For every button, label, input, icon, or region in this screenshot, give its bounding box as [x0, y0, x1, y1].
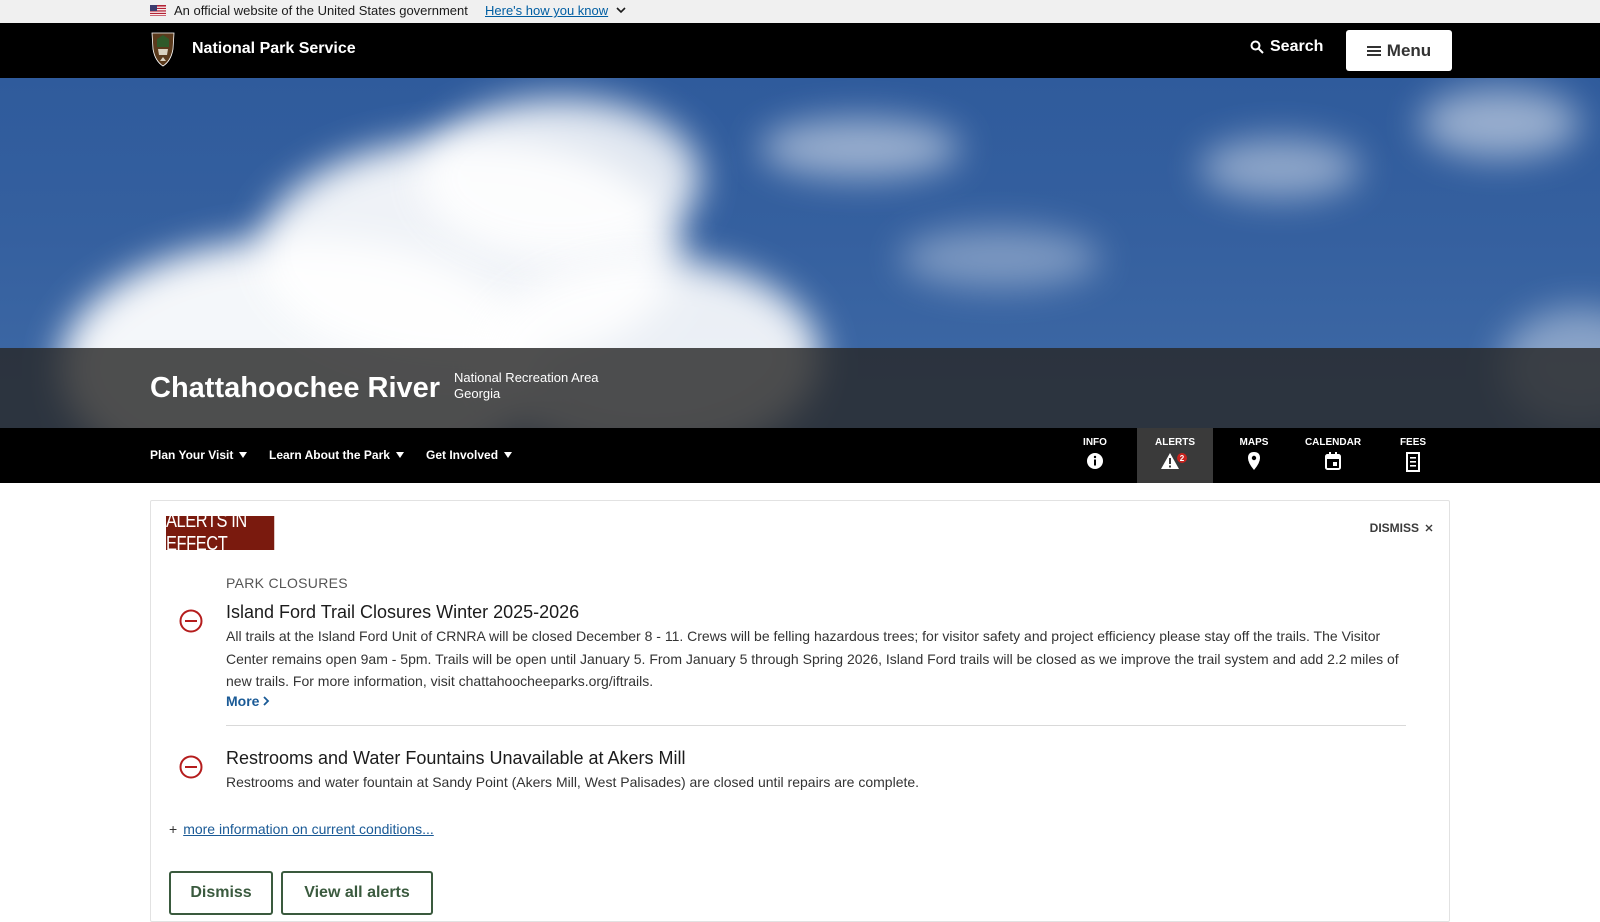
search-icon	[1250, 40, 1264, 54]
quick-link-info[interactable]: INFO	[1057, 428, 1133, 483]
chevron-down-icon[interactable]	[616, 5, 626, 15]
hamburger-icon	[1366, 45, 1381, 56]
alert-category: PARK CLOSURES	[226, 575, 348, 591]
nav-get-involved-label: Get Involved	[426, 448, 499, 462]
nav-get-involved[interactable]: Get Involved	[426, 448, 513, 462]
quick-link-info-label: INFO	[1083, 437, 1107, 448]
quick-link-maps[interactable]: MAPS	[1216, 428, 1292, 483]
alert-description: All trails at the Island Ford Unit of CR…	[226, 628, 1399, 689]
alerts-heading: ALERTS IN EFFECT	[166, 510, 275, 555]
quick-link-calendar-label: CALENDAR	[1304, 437, 1362, 448]
fees-receipt-icon	[1406, 452, 1420, 472]
quick-link-maps-label: MAPS	[1239, 437, 1269, 448]
site-header: National Park Service Search Menu	[0, 23, 1600, 78]
gov-banner-text: An official website of the United States…	[174, 3, 468, 18]
alert-title[interactable]: Restrooms and Water Fountains Unavailabl…	[226, 748, 686, 769]
search-label: Search	[1270, 38, 1324, 55]
gov-banner: An official website of the United States…	[0, 0, 1600, 23]
alert-description: Restrooms and water fountain at Sandy Po…	[226, 774, 920, 790]
nav-plan-your-visit[interactable]: Plan Your Visit	[150, 448, 248, 462]
caret-down-icon	[239, 452, 248, 458]
caret-down-icon	[395, 452, 404, 458]
nav-plan-your-visit-label: Plan Your Visit	[150, 448, 234, 462]
park-designation: National Recreation Area	[454, 370, 599, 385]
closure-icon	[179, 755, 203, 779]
alerts-badge: 2	[1180, 454, 1185, 463]
nav-learn-about-the-park[interactable]: Learn About the Park	[269, 448, 404, 462]
park-state: Georgia	[454, 386, 501, 401]
plus-icon: +	[169, 821, 178, 837]
alert-warning-icon: 2	[1161, 453, 1187, 469]
park-name[interactable]: Chattahoochee River	[150, 372, 440, 405]
menu-button[interactable]: Menu	[1346, 30, 1452, 71]
info-icon	[1087, 453, 1103, 469]
menu-label: Menu	[1386, 40, 1432, 60]
park-nav: Plan Your Visit Learn About the Park Get…	[0, 428, 1600, 483]
dismiss-alerts-button[interactable]: DISMISS	[1370, 521, 1433, 535]
view-all-alerts-button[interactable]: View all alerts	[281, 871, 433, 915]
search-button[interactable]: Search	[1250, 38, 1323, 56]
quick-link-alerts-label: ALERTS	[1155, 437, 1195, 448]
quick-link-alerts[interactable]: ALERTS 2	[1137, 428, 1213, 483]
us-flag-icon	[150, 5, 166, 16]
site-brand[interactable]: National Park Service	[192, 40, 356, 58]
caret-down-icon	[504, 452, 513, 458]
alert-title[interactable]: Island Ford Trail Closures Winter 2025-2…	[226, 602, 579, 623]
quick-link-fees[interactable]: FEES	[1375, 428, 1451, 483]
chevron-right-icon	[263, 696, 270, 706]
closure-icon	[179, 609, 203, 633]
more-info-toggle[interactable]: + more information on current conditions…	[169, 821, 434, 837]
map-pin-icon	[1248, 452, 1260, 470]
dismiss-button[interactable]: Dismiss	[169, 871, 273, 915]
nps-arrowhead-logo-icon[interactable]	[149, 31, 177, 67]
gov-banner-link[interactable]: Here's how you know	[485, 3, 608, 18]
quick-link-calendar[interactable]: CALENDAR	[1295, 428, 1371, 483]
more-label: More	[226, 693, 260, 709]
calendar-icon	[1325, 452, 1341, 470]
dismiss-label: DISMISS	[1369, 521, 1419, 535]
alerts-panel: ALERTS IN EFFECT DISMISS PARK CLOSURES I…	[150, 500, 1450, 922]
nav-learn-label: Learn About the Park	[269, 448, 390, 462]
alert-more-link[interactable]: More	[226, 693, 270, 709]
close-icon	[1425, 524, 1433, 532]
alert-divider	[226, 725, 1406, 726]
park-meta: National Recreation Area Georgia	[454, 370, 599, 402]
park-title-bar: Chattahoochee River National Recreation …	[0, 348, 1600, 428]
quick-link-fees-label: FEES	[1399, 437, 1427, 448]
more-info-link[interactable]: more information on current conditions..…	[183, 821, 434, 837]
